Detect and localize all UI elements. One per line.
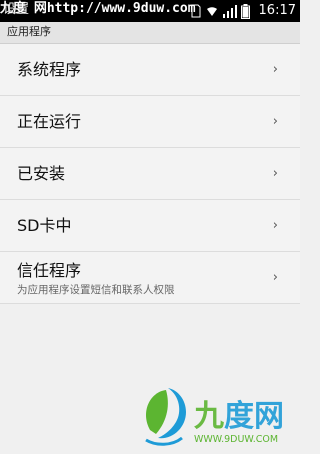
list-item-label: 信任程序 bbox=[17, 261, 82, 280]
list-item-running[interactable]: 正在运行 › bbox=[0, 96, 300, 148]
status-icons bbox=[191, 3, 250, 19]
status-bar: 设置 九度 网http://www.9duw.com 16:17 bbox=[0, 0, 300, 22]
list-item-label: 正在运行 bbox=[17, 112, 82, 131]
watermark-logo: 九 度 网 WWW.9DUW.COM bbox=[136, 382, 300, 450]
list-item-system-apps[interactable]: 系统程序 › bbox=[0, 44, 300, 96]
chevron-right-icon: › bbox=[272, 165, 278, 181]
chevron-right-icon: › bbox=[272, 61, 278, 77]
list-item-subtitle: 为应用程序设置短信和联系人权限 bbox=[17, 284, 175, 296]
svg-text:WWW.9DUW.COM: WWW.9DUW.COM bbox=[194, 434, 278, 445]
svg-text:九: 九 bbox=[194, 399, 224, 434]
settings-list: 系统程序 › 正在运行 › 已安装 › SD卡中 › 信任程序 为应用程序设置短… bbox=[0, 44, 300, 304]
signal-icon bbox=[223, 4, 237, 18]
chevron-right-icon: › bbox=[272, 217, 278, 233]
chevron-right-icon: › bbox=[272, 113, 278, 129]
svg-text:度: 度 bbox=[224, 399, 254, 434]
svg-text:网: 网 bbox=[254, 399, 284, 434]
list-item-sd-card[interactable]: SD卡中 › bbox=[0, 200, 300, 252]
leaf-logo-icon: 九 度 网 WWW.9DUW.COM bbox=[145, 388, 284, 446]
list-item-label: 系统程序 bbox=[17, 60, 82, 79]
section-header: 应用程序 bbox=[0, 22, 300, 44]
clock: 16:17 bbox=[258, 3, 296, 18]
chevron-right-icon: › bbox=[272, 269, 278, 285]
list-item-label: SD卡中 bbox=[17, 216, 72, 235]
list-item-label: 已安装 bbox=[17, 164, 66, 183]
battery-icon bbox=[241, 3, 250, 19]
wifi-icon bbox=[207, 7, 217, 16]
section-header-label: 应用程序 bbox=[7, 25, 51, 38]
list-item-installed[interactable]: 已安装 › bbox=[0, 148, 300, 200]
list-item-trusted-apps[interactable]: 信任程序 为应用程序设置短信和联系人权限 › bbox=[0, 252, 300, 304]
sim-icon bbox=[191, 4, 201, 18]
watermark-text: 九度 网http://www.9duw.com bbox=[0, 1, 196, 16]
